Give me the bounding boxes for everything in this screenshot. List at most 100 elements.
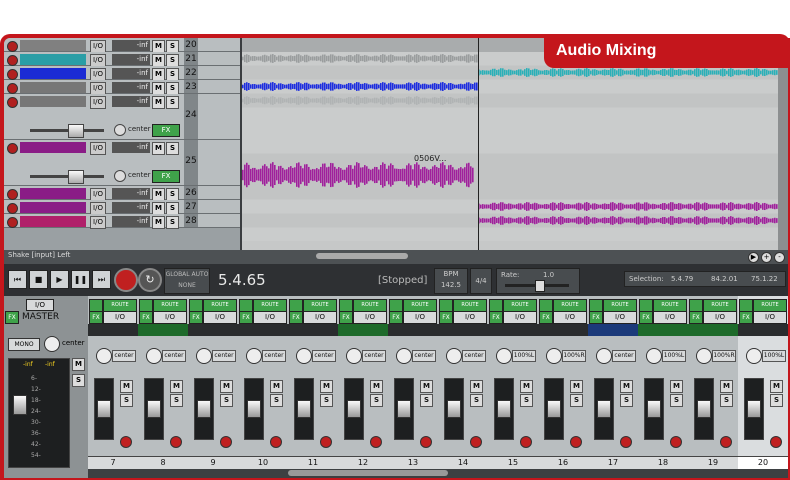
fx-button[interactable]: FX (439, 311, 453, 324)
track-name-field[interactable] (20, 68, 86, 79)
mute-button[interactable]: M (270, 380, 283, 393)
fx-button[interactable]: FX (739, 311, 753, 324)
master-pan-knob[interactable] (44, 336, 60, 352)
track-name-field[interactable] (20, 96, 86, 107)
mute-button[interactable]: M (520, 380, 533, 393)
record-arm-button[interactable] (270, 436, 282, 448)
mute-button[interactable]: M (170, 380, 183, 393)
track-row[interactable]: I/O -inf M S 20 (4, 38, 240, 53)
solo-button[interactable]: S (570, 394, 583, 407)
record-arm-button[interactable] (7, 83, 18, 94)
solo-button[interactable]: S (720, 394, 733, 407)
record-arm-button[interactable] (7, 55, 18, 66)
fx-button[interactable]: FX (239, 311, 253, 324)
mute-button[interactable]: M (152, 216, 165, 229)
pan-knob[interactable] (446, 348, 462, 364)
record-arm-button[interactable] (370, 436, 382, 448)
record-arm-button[interactable] (770, 436, 782, 448)
io-button[interactable]: I/O (603, 311, 637, 324)
pan-knob[interactable] (114, 124, 126, 136)
track-lane[interactable] (242, 108, 778, 153)
solo-button[interactable]: S (370, 394, 383, 407)
fx-button[interactable]: FX (89, 311, 103, 324)
fx-button[interactable]: FX (389, 311, 403, 324)
pan-knob[interactable] (246, 348, 262, 364)
solo-button[interactable]: S (166, 142, 179, 155)
mute-button[interactable]: M (420, 380, 433, 393)
solo-button[interactable]: S (670, 394, 683, 407)
pan-knob[interactable] (696, 348, 712, 364)
bpm-display[interactable]: BPM 142.5 (434, 268, 468, 294)
solo-button[interactable]: S (320, 394, 333, 407)
track-row[interactable]: I/O -inf M S 27 (4, 200, 240, 215)
fx-button[interactable]: FX (589, 311, 603, 324)
track-row[interactable]: I/O -inf M S 24 center FX (4, 94, 240, 140)
mute-button[interactable]: M (570, 380, 583, 393)
solo-button[interactable]: S (220, 394, 233, 407)
track-name-field[interactable] (20, 82, 86, 93)
fx-button[interactable]: FX (539, 311, 553, 324)
playrate-control[interactable]: Rate: 1.0 (496, 268, 580, 294)
rate-slider-thumb[interactable] (535, 280, 545, 292)
pan-knob[interactable] (114, 170, 126, 182)
record-arm-button[interactable] (7, 69, 18, 80)
record-arm-button[interactable] (570, 436, 582, 448)
pan-knob[interactable] (646, 348, 662, 364)
record-arm-button[interactable] (7, 41, 18, 52)
master-mute-button[interactable]: M (72, 358, 85, 371)
io-button[interactable]: I/O (753, 311, 787, 324)
record-arm-button[interactable] (170, 436, 182, 448)
io-button[interactable]: I/O (90, 96, 106, 109)
loop-icon[interactable]: ↻ (138, 268, 162, 292)
mute-button[interactable]: M (320, 380, 333, 393)
waveform-lanes[interactable] (242, 38, 778, 250)
record-arm-button[interactable] (670, 436, 682, 448)
pan-knob[interactable] (496, 348, 512, 364)
record-arm-button[interactable] (420, 436, 432, 448)
record-arm-button[interactable] (7, 143, 18, 154)
pan-knob[interactable] (346, 348, 362, 364)
record-arm-button[interactable] (120, 436, 132, 448)
pan-knob[interactable] (396, 348, 412, 364)
pan-knob[interactable] (546, 348, 562, 364)
master-io-button[interactable]: I/O (26, 299, 54, 311)
volume-fader[interactable] (197, 400, 211, 418)
record-arm-button[interactable] (520, 436, 532, 448)
scroll-thumb[interactable] (316, 253, 408, 259)
fx-button[interactable]: FX (639, 311, 653, 324)
volume-fader[interactable] (347, 400, 361, 418)
mixer-scroll-thumb[interactable] (288, 470, 448, 476)
solo-button[interactable]: S (520, 394, 533, 407)
volume-fader[interactable] (447, 400, 461, 418)
fx-button[interactable]: FX (189, 311, 203, 324)
solo-button[interactable]: S (270, 394, 283, 407)
solo-button[interactable]: S (470, 394, 483, 407)
io-button[interactable]: I/O (653, 311, 687, 324)
record-arm-button[interactable] (720, 436, 732, 448)
mute-button[interactable]: M (470, 380, 483, 393)
record-arm-button[interactable] (320, 436, 332, 448)
mute-button[interactable]: M (152, 96, 165, 109)
fx-button[interactable]: FX (139, 311, 153, 324)
mute-button[interactable]: M (220, 380, 233, 393)
solo-button[interactable]: S (770, 394, 783, 407)
zoom-in-button[interactable]: + (761, 252, 772, 263)
io-button[interactable]: I/O (103, 311, 137, 324)
pan-knob[interactable] (146, 348, 162, 364)
go-to-end-button[interactable]: ⏭ (92, 270, 111, 289)
mute-button[interactable]: M (120, 380, 133, 393)
record-arm-button[interactable] (7, 203, 18, 214)
solo-button[interactable]: S (620, 394, 633, 407)
fx-button[interactable]: FX (289, 311, 303, 324)
track-name-field[interactable] (20, 142, 86, 153)
arrange-scrollbar[interactable]: Shake [input] Left ▶ + - (4, 250, 788, 264)
record-button[interactable] (114, 268, 138, 292)
volume-fader[interactable] (647, 400, 661, 418)
mute-button[interactable]: M (152, 142, 165, 155)
mute-button[interactable]: M (370, 380, 383, 393)
record-arm-button[interactable] (7, 189, 18, 200)
track-name-field[interactable] (20, 54, 86, 65)
zoom-out-button[interactable]: - (774, 252, 785, 263)
play-button[interactable]: ▶ (50, 270, 69, 289)
go-to-start-button[interactable]: ⏮ (8, 270, 27, 289)
